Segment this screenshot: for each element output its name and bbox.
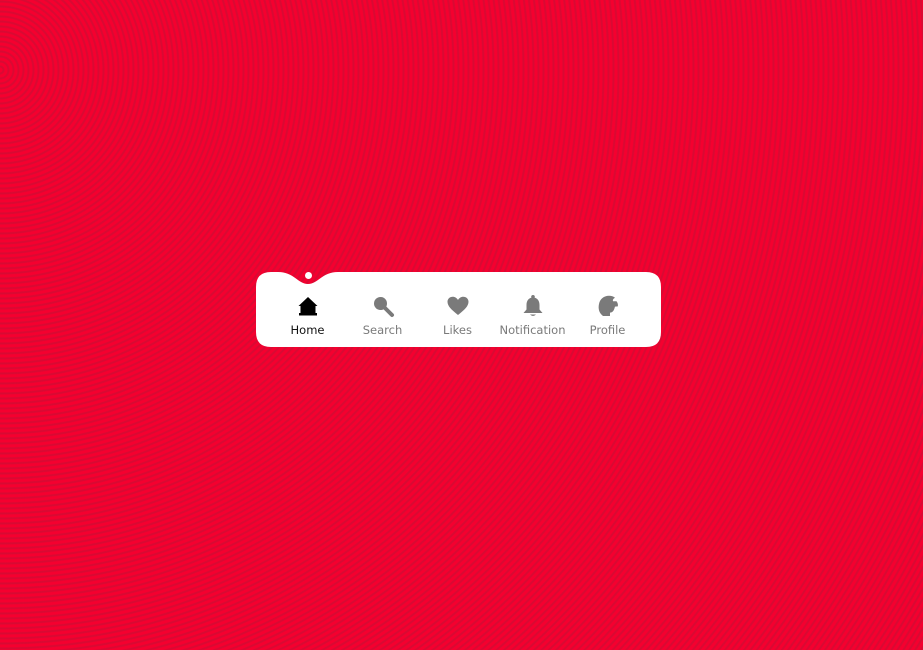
- nav-label-notification: Notification: [499, 323, 566, 337]
- nav-item-notification[interactable]: Notification: [495, 294, 570, 342]
- bell-icon: [521, 294, 545, 318]
- active-indicator-dot: [305, 272, 312, 279]
- search-icon: [371, 294, 395, 318]
- home-icon: [296, 294, 320, 318]
- heart-icon: [446, 294, 470, 318]
- nav-item-profile[interactable]: Profile: [570, 294, 645, 342]
- nav-label-likes: Likes: [443, 323, 472, 337]
- nav-item-search[interactable]: Search: [345, 294, 420, 342]
- nav-item-likes[interactable]: Likes: [420, 294, 495, 342]
- nav-item-home[interactable]: Home: [270, 294, 345, 342]
- bottom-navigation-bar: Home Search Likes Notification Profile: [256, 262, 661, 348]
- nav-label-search: Search: [362, 323, 403, 337]
- profile-icon: [596, 294, 620, 318]
- nav-label-home: Home: [290, 323, 325, 337]
- nav-label-profile: Profile: [589, 323, 626, 337]
